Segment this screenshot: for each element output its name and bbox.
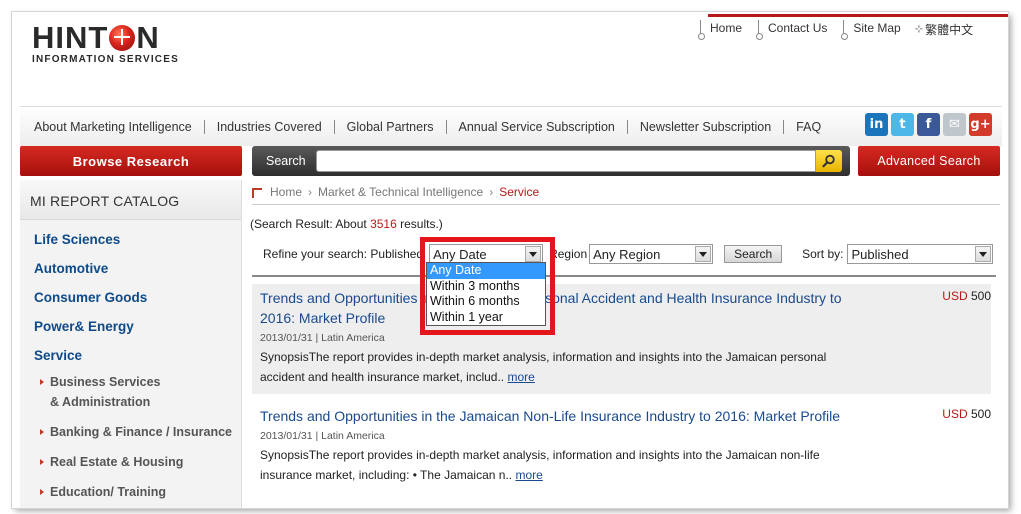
top-accent-bar	[708, 14, 1008, 17]
breadcrumb-separator: ›	[308, 185, 313, 199]
search-bar: Search	[252, 146, 850, 176]
nav-partners[interactable]: Global Partners	[335, 119, 447, 134]
language-label: 繁體中文	[925, 23, 974, 37]
sidebar-subitem-education[interactable]: Education/ Training	[20, 482, 241, 502]
logo-word-left: HINT	[32, 20, 109, 55]
page-frame: HINT N INFORMATION SERVICES Home Contact …	[12, 12, 1008, 508]
price-value: 500	[970, 407, 991, 421]
search-result-summary: (Search Result: About 3516 results.)	[250, 217, 443, 231]
browse-research-button[interactable]: Browse Research	[20, 146, 242, 176]
nav-newsletter[interactable]: Newsletter Subscription	[628, 119, 785, 134]
chevron-down-icon	[975, 246, 992, 262]
main-nav: About Marketing Intelligence Industries …	[20, 106, 1002, 146]
highlight-annotation	[420, 237, 555, 335]
top-link-home[interactable]: Home	[698, 20, 742, 40]
top-link-contact[interactable]: Contact Us	[756, 20, 827, 40]
region-value: Any Region	[593, 246, 661, 262]
sort-value: Published	[851, 246, 909, 262]
result-item: Trends and Opportunities in the Jamaican…	[252, 402, 991, 502]
top-link-label: Home	[710, 21, 743, 35]
magnifier-icon	[822, 154, 835, 168]
sidebar-subitem-real-estate[interactable]: Real Estate & Housing	[20, 452, 241, 472]
summary-prefix: (Search Result: About	[250, 217, 371, 231]
sidebar-item-consumer-goods[interactable]: Consumer Goods	[20, 283, 241, 312]
breadcrumb: Home › Market & Technical Intelligence ›…	[252, 185, 1000, 205]
price-currency: USD	[942, 407, 968, 421]
top-link-label: Contact Us	[768, 21, 828, 35]
logo-wordmark: HINT N	[32, 22, 179, 54]
refine-search-button[interactable]: Search	[724, 245, 783, 263]
logo-word-right: N	[136, 20, 160, 55]
nav-subscription[interactable]: Annual Service Subscription	[447, 119, 628, 134]
summary-suffix: results.)	[396, 217, 443, 231]
refine-label: Refine your search: Published	[263, 247, 424, 261]
sort-label: Sort by:	[802, 247, 844, 261]
region-select[interactable]: Any Region	[589, 244, 714, 264]
breadcrumb-home-icon	[252, 188, 262, 198]
results-divider	[252, 275, 996, 277]
result-synopsis: SynopsisThe report provides in-depth mar…	[260, 445, 840, 485]
result-title-link[interactable]: Trends and Opportunities in the Jamaican…	[260, 288, 860, 328]
logo-subtitle: INFORMATION SERVICES	[32, 54, 179, 65]
result-price: USD 500	[942, 289, 991, 303]
sidebar-item-automotive[interactable]: Automotive	[20, 254, 241, 283]
pin-icon	[756, 20, 764, 40]
advanced-search-button[interactable]: Advanced Search	[858, 146, 1000, 176]
catalog-sidebar: MI REPORT CATALOG Life Sciences Automoti…	[20, 180, 242, 508]
price-value: 500	[970, 289, 991, 303]
breadcrumb-current: Service	[499, 185, 540, 199]
twitter-icon[interactable]: t	[891, 113, 914, 136]
result-meta: 2013/01/31 | Latin America	[260, 430, 385, 442]
top-link-label: Site Map	[853, 21, 901, 35]
google-plus-icon[interactable]: g+	[969, 113, 992, 136]
search-label: Search	[266, 154, 306, 168]
nav-about[interactable]: About Marketing Intelligence	[20, 119, 205, 134]
sidebar-item-service[interactable]: Service	[20, 341, 241, 370]
nav-faq[interactable]: FAQ	[784, 120, 833, 134]
language-icon: ⊹	[914, 24, 924, 35]
facebook-icon[interactable]: f	[917, 113, 940, 136]
breadcrumb-home[interactable]: Home	[270, 185, 302, 199]
result-title-link[interactable]: Trends and Opportunities in the Jamaican…	[260, 406, 900, 426]
top-link-sitemap[interactable]: Site Map	[841, 20, 901, 40]
result-count: 3516	[370, 217, 397, 231]
email-icon[interactable]: ✉	[943, 113, 966, 136]
more-link[interactable]: more	[507, 370, 534, 384]
sidebar-title: MI REPORT CATALOG	[20, 180, 241, 220]
result-meta: 2013/01/31 | Latin America	[260, 332, 385, 344]
chevron-down-icon	[695, 246, 712, 262]
result-price: USD 500	[942, 407, 991, 421]
sidebar-item-life-sciences[interactable]: Life Sciences	[20, 225, 241, 254]
sidebar-subitem-banking[interactable]: Banking & Finance / Insurance	[20, 422, 241, 442]
social-icons: in t f ✉ g+	[862, 113, 992, 136]
sort-select[interactable]: Published	[847, 244, 994, 264]
more-link[interactable]: more	[515, 468, 542, 482]
linkedin-icon[interactable]: in	[865, 113, 888, 136]
result-item: Trends and Opportunities in the Jamaican…	[252, 284, 991, 394]
breadcrumb-separator: ›	[489, 185, 494, 199]
synopsis-text: SynopsisThe report provides in-depth mar…	[260, 350, 827, 384]
logo-globe-icon	[109, 25, 136, 51]
top-links: Home Contact Us Site Map ⊹ 繁體中文	[698, 20, 973, 40]
refine-search-row: Refine your search: Published Any Date R…	[263, 244, 994, 264]
sidebar-subitem-business-services[interactable]: Business Services & Administration	[20, 372, 170, 412]
sidebar-item-power-energy[interactable]: Power& Energy	[20, 312, 241, 341]
price-currency: USD	[942, 289, 968, 303]
pin-icon	[698, 20, 705, 40]
result-synopsis: SynopsisThe report provides in-depth mar…	[260, 347, 840, 387]
language-switch[interactable]: ⊹ 繁體中文	[915, 20, 973, 38]
search-input[interactable]	[316, 150, 816, 172]
breadcrumb-section[interactable]: Market & Technical Intelligence	[318, 185, 483, 199]
search-submit-button[interactable]	[816, 150, 842, 172]
nav-industries[interactable]: Industries Covered	[205, 119, 335, 134]
pin-icon	[841, 20, 849, 40]
hinton-logo[interactable]: HINT N INFORMATION SERVICES	[32, 22, 179, 66]
